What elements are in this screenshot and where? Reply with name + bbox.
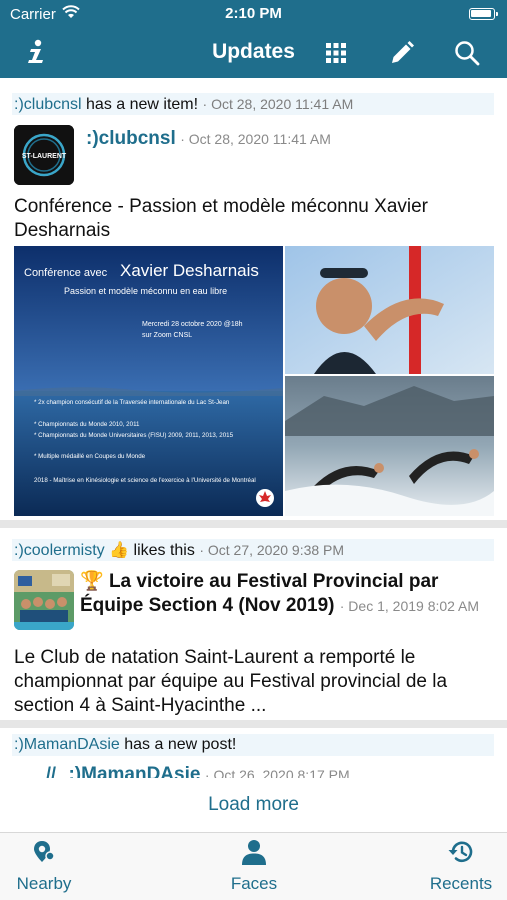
notice-timestamp: · Oct 27, 2020 9:38 PM [199,542,345,558]
pencil-icon[interactable] [386,37,418,69]
banner-heading-prefix: Conférence avec [24,267,108,279]
feed-separator [0,720,507,728]
tab-label: Faces [230,874,278,893]
activity-notice[interactable]: :)coolermisty 👍 likes this · Oct 27, 202… [12,539,494,561]
load-more-button[interactable]: Load more [0,782,507,828]
banner-date-line: Mercredi 28 octobre 2020 @18h [142,321,243,328]
avatar-glyph: // [46,764,57,778]
post-body[interactable]: Le Club de natation Saint-Laurent a remp… [14,646,494,718]
grid-icon[interactable] [320,37,352,69]
navigation-bar: Updates [0,28,507,78]
avatar[interactable]: ST-LAURENT [14,125,74,185]
poster-name[interactable]: :)MamanDAsie [68,764,200,778]
notice-text: has a new item! [81,96,203,113]
banner-bullet-2: * Championnats du Monde 2010, 2011 [34,421,140,428]
clock-time: 2:10 PM [225,5,282,22]
trophy-icon: 🏆 [80,571,104,592]
history-icon [422,839,500,870]
banner-subheading: Passion et modèle méconnu en eau libre [64,286,227,296]
updates-feed[interactable]: :)clubcnsl has a new item! · Oct 28, 202… [0,78,507,778]
activity-notice[interactable]: :)clubcnsl has a new item! · Oct 28, 202… [12,93,494,115]
banner-heading-name: Xavier Desharnais [120,261,259,280]
banner-footer-line: 2018 - Maîtrise en Kinésiologie et scien… [34,477,256,484]
feed-separator [0,520,507,528]
thumbs-up-icon: 👍 [109,542,130,559]
post-header: :)clubcnsl · Oct 28, 2020 11:41 AM [86,128,496,150]
notice-username[interactable]: :)MamanDAsie [14,736,120,753]
post-timestamp: · Dec 1, 2019 8:02 AM [339,598,480,614]
post-title[interactable]: Conférence - Passion et modèle méconnu X… [14,195,494,243]
tab-recents[interactable]: Recents [422,839,500,897]
tab-nearby[interactable]: Nearby [8,839,80,897]
activity-notice[interactable]: :)MamanDAsie has a new post! [12,734,494,756]
tab-faces[interactable]: Faces [214,839,294,897]
tab-label: Recents [429,874,493,893]
banner-bullet-3: * Championnats du Monde Universitaires (… [34,432,234,439]
post-thumbnail[interactable] [14,570,74,630]
search-icon[interactable] [451,37,483,69]
banner-platform-line: sur Zoom CNSL [142,332,192,339]
page-title: Updates [212,40,295,63]
status-bar: Carrier 2:10 PM [0,0,507,28]
poster-name[interactable]: :)clubcnsl [86,128,176,149]
post-image[interactable]: Conférence avec Xavier Desharnais Passio… [14,246,494,516]
map-pin-icon [8,839,80,870]
notice-text: likes this [129,542,200,559]
notice-username[interactable]: :)coolermisty [14,542,105,559]
tab-bar: Nearby Faces Recents [0,832,507,900]
post-timestamp: · Oct 28, 2020 11:41 AM [180,131,331,147]
notice-text: has a new post! [119,736,237,753]
notice-username[interactable]: :)clubcnsl [14,96,82,113]
post-timestamp: · Oct 26, 2020 8:17 PM [204,767,350,778]
post-header: // :)MamanDAsie · Oct 26, 2020 8:17 PM [46,764,496,778]
post-header: 🏆 La victoire au Festival Provincial par… [80,570,494,618]
banner-bullet-4: * Multiple médaillé en Coupes du Monde [34,453,146,460]
avatar-logo-text: ST-LAURENT [22,153,67,160]
tab-label: Nearby [16,874,72,893]
person-icon [214,839,294,870]
battery-icon [469,8,498,20]
notice-timestamp: · Oct 28, 2020 11:41 AM [202,96,354,112]
banner-bullet-1: * 2x champion consécutif de la Traversée… [34,399,230,406]
